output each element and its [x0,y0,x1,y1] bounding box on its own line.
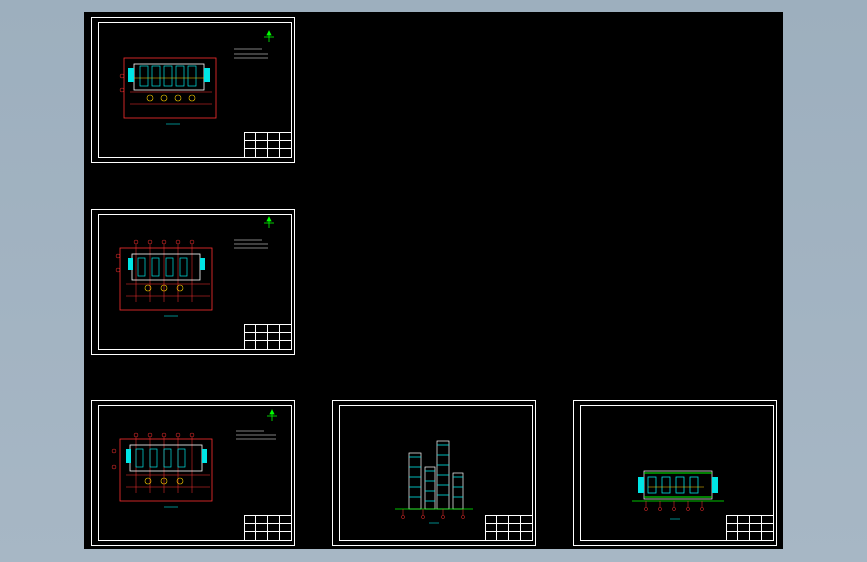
drawing-sheet-2[interactable] [91,209,295,355]
title-block [244,324,292,350]
drawing-canvas[interactable] [84,12,783,549]
title-block [244,515,292,541]
drawing-sheet-1[interactable] [91,17,295,163]
title-block [244,132,292,158]
title-block [485,515,533,541]
drawing-sheet-4[interactable] [332,400,536,546]
drawing-sheet-5[interactable] [573,400,777,546]
drawing-sheet-3[interactable] [91,400,295,546]
title-block [726,515,774,541]
north-arrow-icon [264,216,274,228]
north-arrow-icon [264,30,274,42]
north-arrow-icon [267,409,277,421]
